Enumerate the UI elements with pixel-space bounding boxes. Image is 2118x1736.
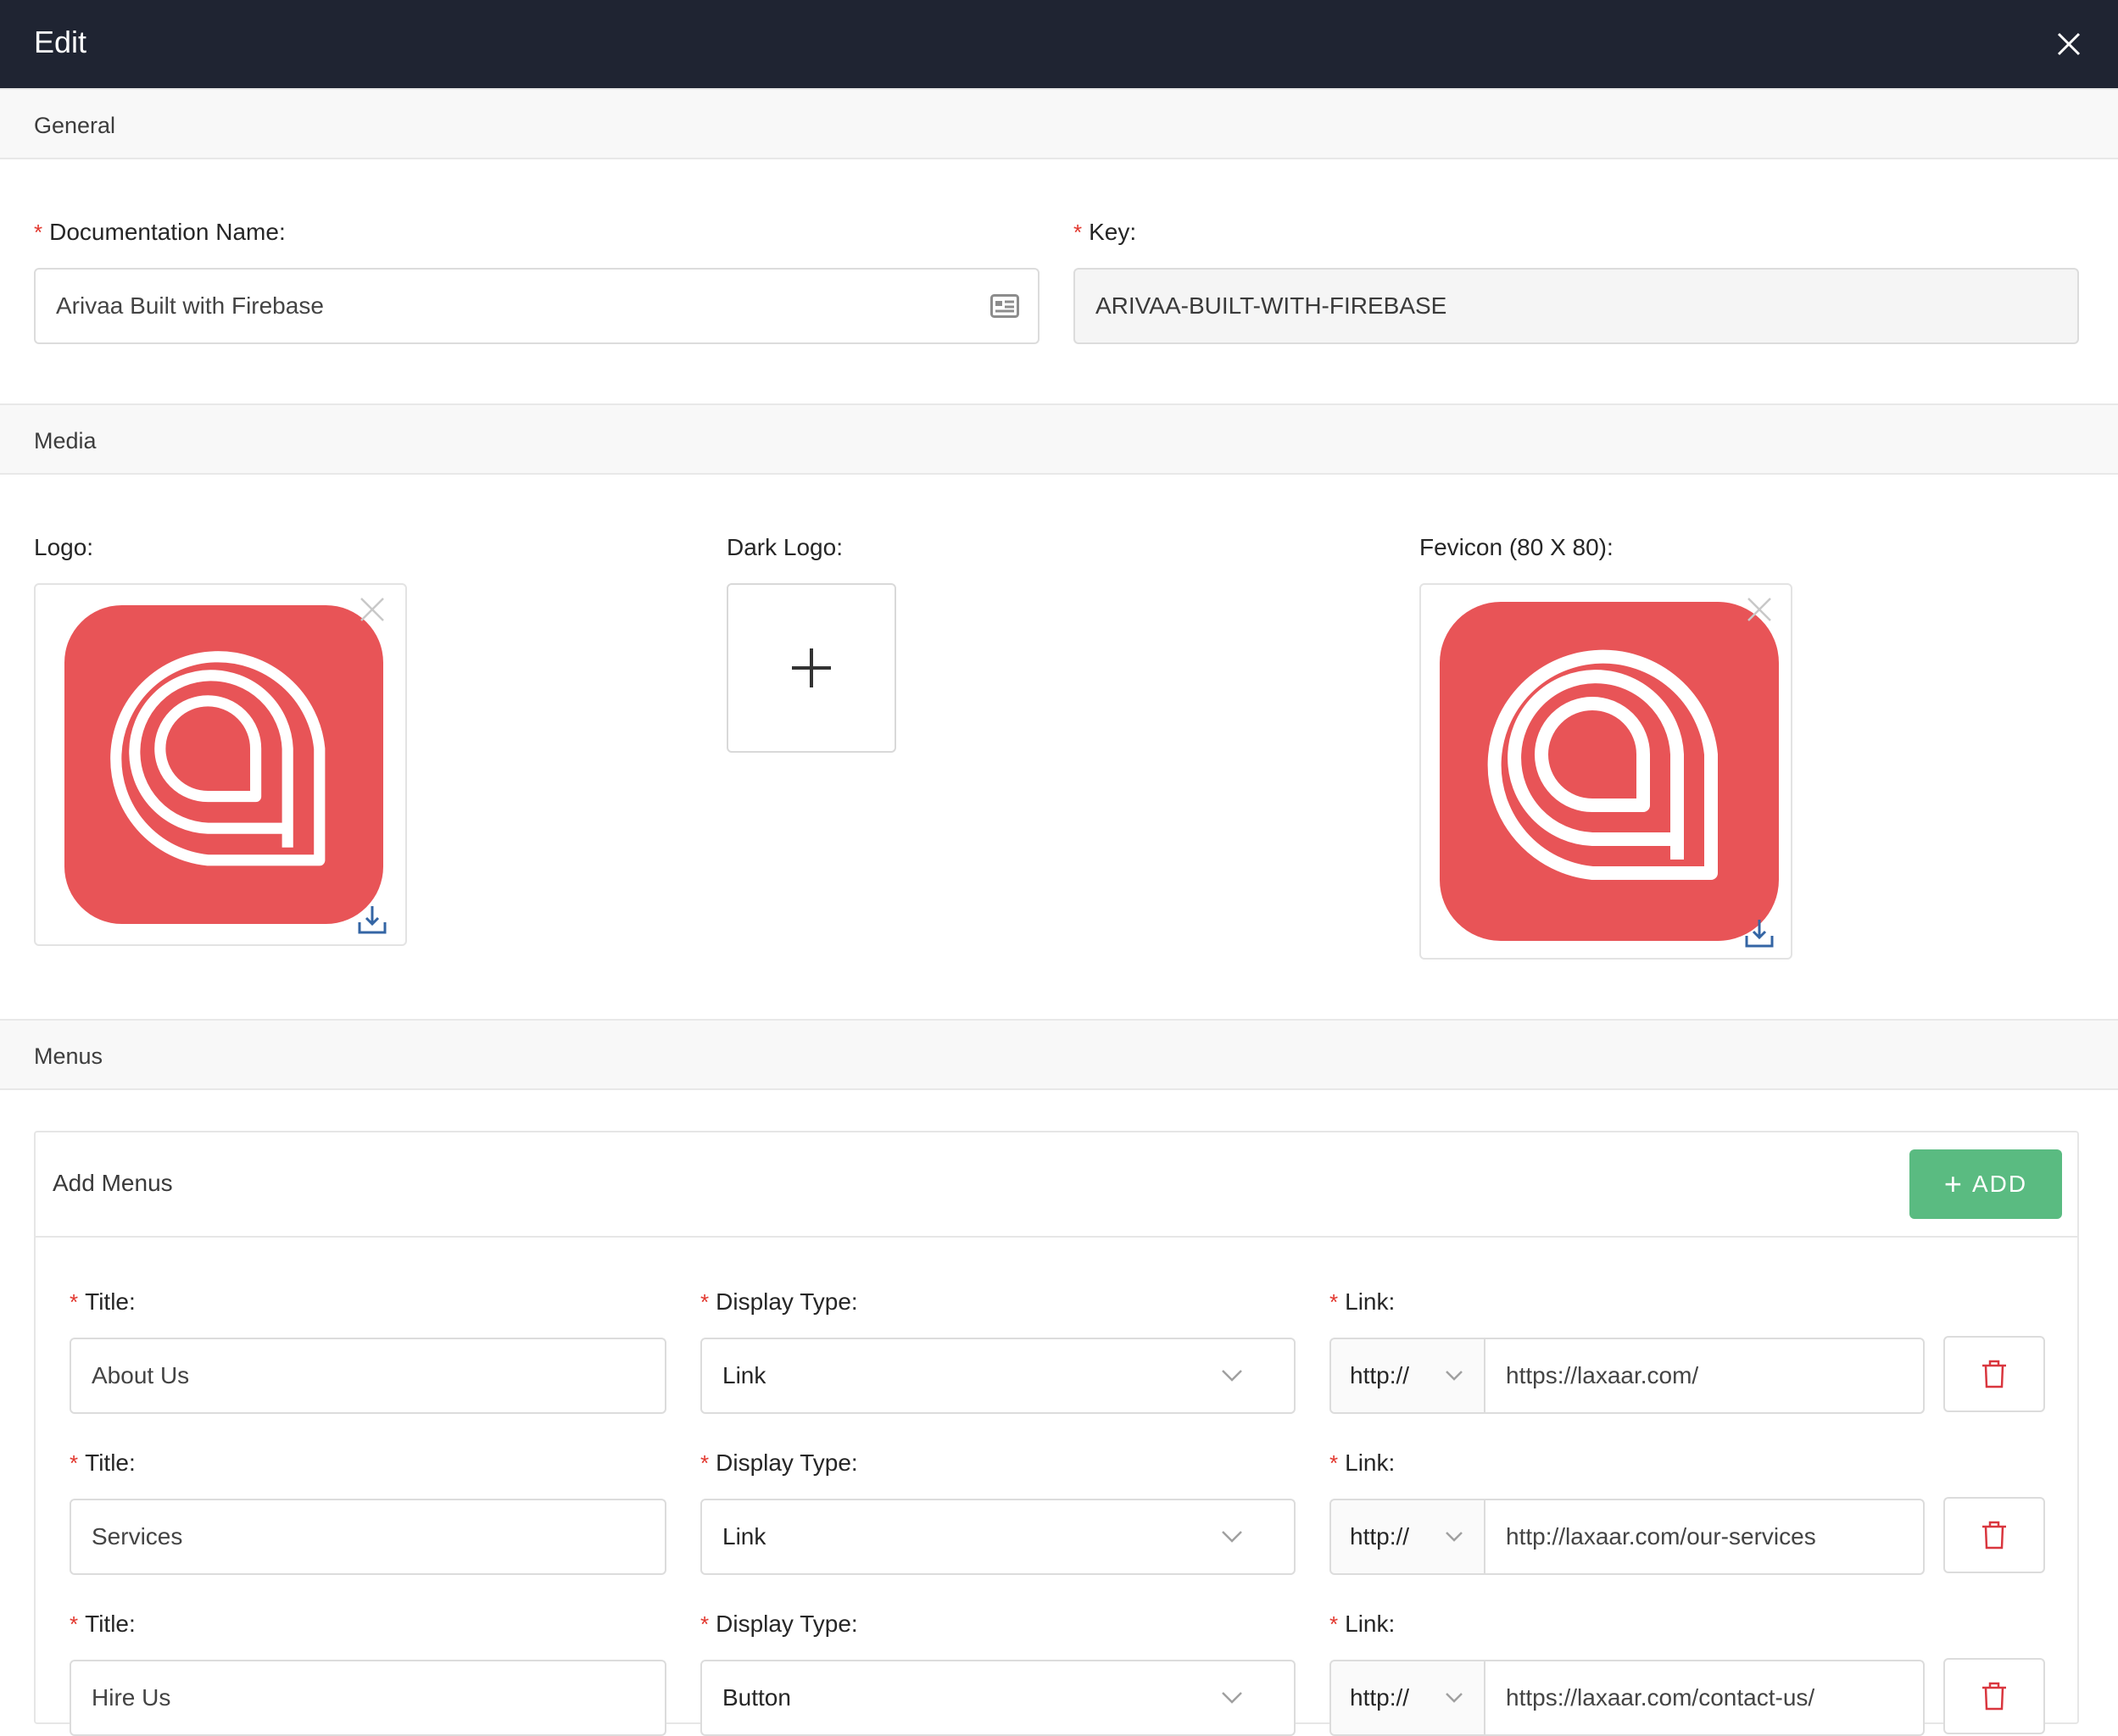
required-marker: * xyxy=(34,220,43,245)
delete-menu-button[interactable] xyxy=(1943,1336,2045,1412)
required-marker: * xyxy=(70,1289,79,1315)
modal-header: Edit xyxy=(0,0,2118,88)
dark-logo-label: Dark Logo: xyxy=(727,534,843,560)
menu-title-value: Hire Us xyxy=(92,1684,171,1711)
menu-title-input[interactable]: Hire Us xyxy=(70,1660,666,1736)
trash-icon xyxy=(1982,1360,2006,1388)
display-type-value: Button xyxy=(722,1684,791,1711)
link-label: * Link: xyxy=(1329,1611,1396,1637)
required-marker: * xyxy=(1073,220,1083,245)
menus-card-title: Add Menus xyxy=(53,1170,173,1196)
chevron-down-icon xyxy=(1446,1371,1463,1381)
doc-name-value: Arivaa Built with Firebase xyxy=(56,292,324,319)
chevron-down-icon xyxy=(1222,1370,1242,1382)
link-input[interactable]: https://laxaar.com/ xyxy=(1484,1338,1925,1414)
menus-card-header: Add Menus + ADD xyxy=(36,1132,2077,1238)
protocol-value: http:// xyxy=(1350,1523,1410,1550)
section-menus: Menus xyxy=(0,1019,2118,1090)
id-card-icon xyxy=(990,294,1019,318)
download-icon[interactable] xyxy=(1743,917,1775,949)
chevron-down-icon xyxy=(1446,1532,1463,1542)
section-title: Menus xyxy=(34,1043,103,1069)
title-label: * Title: xyxy=(70,1611,136,1637)
link-input[interactable]: http://laxaar.com/our-services xyxy=(1484,1499,1925,1575)
display-type-value: Link xyxy=(722,1523,766,1550)
section-title: General xyxy=(34,113,116,138)
plus-icon xyxy=(792,648,831,687)
add-button-label: ADD xyxy=(1971,1171,2028,1197)
protocol-select[interactable]: http:// xyxy=(1329,1338,1485,1414)
logo-label: Logo: xyxy=(34,534,94,560)
favicon-image xyxy=(1440,602,1779,941)
link-value: http://laxaar.com/our-services xyxy=(1506,1523,1816,1550)
dark-logo-upload-button[interactable] xyxy=(727,583,896,753)
chevron-down-icon xyxy=(1222,1531,1242,1543)
menu-title-input[interactable]: About Us xyxy=(70,1338,666,1414)
trash-icon xyxy=(1982,1521,2006,1550)
display-type-select[interactable]: Link xyxy=(700,1338,1296,1414)
menu-title-input[interactable]: Services xyxy=(70,1499,666,1575)
key-label: * Key: xyxy=(1073,219,1137,245)
key-input[interactable]: ARIVAA-BUILT-WITH-FIREBASE xyxy=(1073,268,2079,344)
favicon-label: Fevicon (80 X 80): xyxy=(1419,534,1614,560)
link-label: * Link: xyxy=(1329,1288,1396,1315)
section-title: Media xyxy=(34,428,97,453)
required-marker: * xyxy=(70,1450,79,1476)
protocol-select[interactable]: http:// xyxy=(1329,1499,1485,1575)
title-label: * Title: xyxy=(70,1449,136,1476)
delete-menu-button[interactable] xyxy=(1943,1658,2045,1734)
logo-image xyxy=(64,605,383,924)
chevron-down-icon xyxy=(1446,1693,1463,1703)
favicon-upload-card[interactable] xyxy=(1419,583,1792,960)
required-marker: * xyxy=(1329,1289,1339,1315)
remove-icon[interactable] xyxy=(358,595,387,624)
link-input[interactable]: https://laxaar.com/contact-us/ xyxy=(1484,1660,1925,1736)
required-marker: * xyxy=(700,1450,710,1476)
section-general: General xyxy=(0,88,2118,159)
menu-title-value: Services xyxy=(92,1523,183,1550)
chevron-down-icon xyxy=(1222,1692,1242,1704)
menu-title-value: About Us xyxy=(92,1362,190,1388)
key-value: ARIVAA-BUILT-WITH-FIREBASE xyxy=(1095,292,1447,319)
protocol-select[interactable]: http:// xyxy=(1329,1660,1485,1736)
required-marker: * xyxy=(700,1289,710,1315)
link-label: * Link: xyxy=(1329,1449,1396,1476)
download-icon[interactable] xyxy=(356,904,388,936)
link-value: https://laxaar.com/ xyxy=(1506,1362,1699,1388)
display-type-select[interactable]: Button xyxy=(700,1660,1296,1736)
modal-title: Edit xyxy=(34,25,87,59)
menus-card: Add Menus + ADD * Title: About Us * Displa… xyxy=(34,1131,2079,1736)
trash-icon xyxy=(1982,1682,2006,1711)
section-media: Media xyxy=(0,403,2118,475)
link-value: https://laxaar.com/contact-us/ xyxy=(1506,1684,1815,1711)
doc-name-input[interactable]: Arivaa Built with Firebase xyxy=(34,268,1039,344)
plus-icon: + xyxy=(1943,1166,1964,1201)
display-type-label: * Display Type: xyxy=(700,1288,858,1315)
display-type-label: * Display Type: xyxy=(700,1449,858,1476)
title-label: * Title: xyxy=(70,1288,136,1315)
add-menu-button[interactable]: + ADD xyxy=(1909,1149,2062,1219)
remove-icon[interactable] xyxy=(1745,595,1774,624)
required-marker: * xyxy=(1329,1611,1339,1637)
display-type-label: * Display Type: xyxy=(700,1611,858,1637)
display-type-select[interactable]: Link xyxy=(700,1499,1296,1575)
display-type-value: Link xyxy=(722,1362,766,1388)
required-marker: * xyxy=(70,1611,79,1637)
doc-name-label: * Documentation Name: xyxy=(34,219,286,245)
logo-upload-card[interactable] xyxy=(34,583,407,946)
required-marker: * xyxy=(700,1611,710,1637)
required-marker: * xyxy=(1329,1450,1339,1476)
close-icon[interactable] xyxy=(2050,25,2087,63)
delete-menu-button[interactable] xyxy=(1943,1497,2045,1573)
protocol-value: http:// xyxy=(1350,1684,1410,1711)
protocol-value: http:// xyxy=(1350,1362,1410,1388)
